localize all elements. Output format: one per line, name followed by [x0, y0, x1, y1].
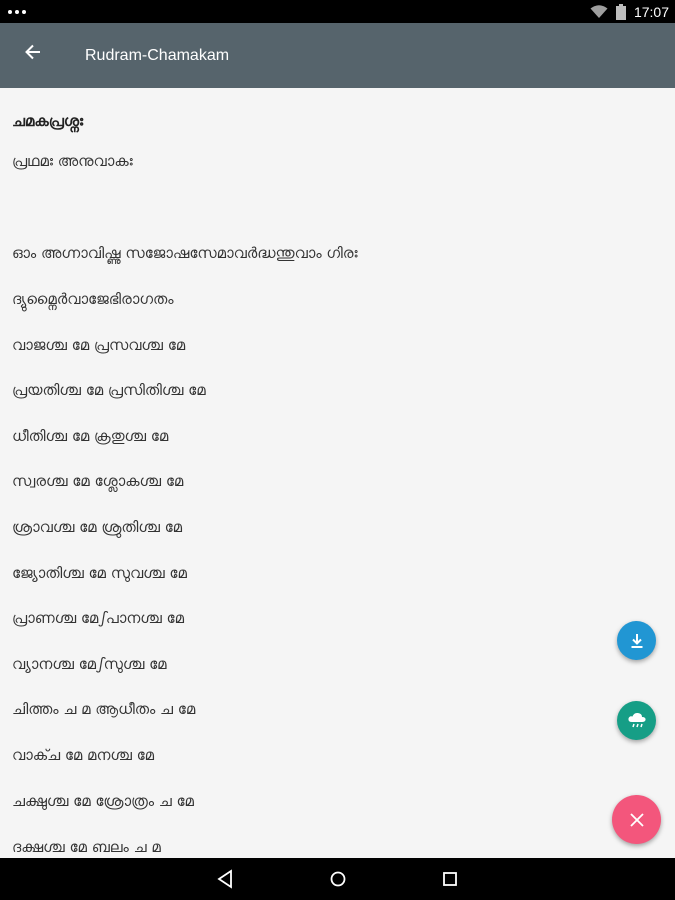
arrow-back-icon [25, 44, 40, 60]
text-content: ചമകപ്രശ്നഃ പ്രഥമഃ അനുവാകഃ ഓം അഗ്നാവിഷ്ണു… [0, 88, 675, 858]
battery-icon [615, 3, 626, 20]
verse-line: ദക്ഷശ്ച മേ ബലം ച മ [12, 838, 161, 856]
page-title: Rudram-Chamakam [85, 47, 230, 64]
more-dots-icon [8, 9, 26, 14]
verse-line: വാക്ച മേ മനശ്ച മേ [12, 746, 155, 764]
app-bar: Rudram-Chamakam [0, 23, 675, 88]
status-bar: 17:07 [0, 0, 675, 23]
section-heading: ചമകപ്രശ്നഃ [12, 112, 84, 130]
download-button[interactable] [617, 621, 656, 660]
verse-line: വാജശ്ച മേ പ്രസവശ്ച മേ [12, 336, 186, 354]
recents-square-icon[interactable] [438, 867, 462, 891]
verse-line: ശ്രാവശ്ച മേ ശ്രുതിശ്ച മേ [12, 518, 183, 536]
verse-line: ഓം അഗ്നാവിഷ്ണു സജോഷസേമാവർദ്ധന്തുവാം ഗിരഃ [12, 244, 358, 262]
verse-line: വ്യാനശ്ച മേഽസുശ്ച മേ [12, 655, 167, 673]
cloud-rain-icon [627, 712, 646, 727]
wifi-icon [590, 4, 608, 18]
verse-line: പ്രാണശ്ച മേഽപാനശ്ച മേ [12, 609, 184, 627]
download-icon [631, 633, 642, 648]
home-circle-icon[interactable] [326, 867, 350, 891]
verse-line: ചിത്തം ച മ ആധീതം ച മേ [12, 700, 196, 718]
verse-line: ധീതിശ്ച മേ ക്രതുശ്ച മേ [12, 427, 169, 445]
close-icon [629, 812, 644, 827]
verse-line: സ്വരശ്ച മേ ശ്ലോകശ്ച മേ [12, 472, 184, 490]
cloud-button[interactable] [617, 701, 656, 740]
verse-line: ജ്യോതിശ്ച മേ സുവശ്ച മേ [12, 564, 187, 582]
status-time: 17:07 [633, 3, 669, 20]
back-triangle-icon[interactable] [214, 867, 238, 891]
section-subheading: പ്രഥമഃ അനുവാകഃ [12, 152, 133, 170]
verse-line: ദ്യുമ്നൈർവാജേഭിരാഗതം [12, 290, 174, 308]
close-button[interactable] [612, 795, 661, 844]
verse-line: പ്രയതിശ്ച മേ പ്രസിതിശ്ച മേ [12, 381, 206, 399]
back-button[interactable] [20, 39, 46, 65]
verse-line: ചക്ഷുശ്ച മേ ശ്രോത്രം ച മേ [12, 792, 194, 810]
nav-bar [0, 858, 675, 900]
